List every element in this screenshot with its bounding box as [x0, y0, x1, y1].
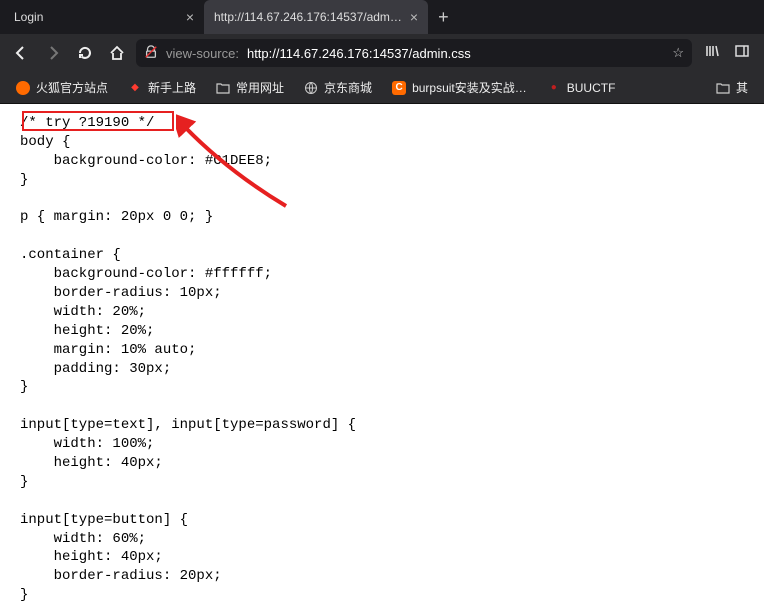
folder-icon — [716, 81, 730, 95]
src-line: input[type=button] { — [20, 512, 188, 528]
lock-icon — [144, 45, 158, 62]
src-line: body { — [20, 134, 70, 150]
tab-title: http://114.67.246.176:14537/adm… — [214, 10, 402, 24]
src-line: height: 40px; — [20, 549, 163, 565]
bookmark-item[interactable]: C burpsuit安装及实战… — [384, 76, 535, 99]
src-line: margin: 10% auto; — [20, 342, 196, 358]
new-tab-button[interactable]: + — [428, 0, 459, 34]
dot-icon: ● — [547, 81, 561, 95]
src-line: .container { — [20, 247, 121, 263]
src-line: } — [20, 172, 28, 188]
bookmark-item[interactable]: ◆ 新手上路 — [120, 76, 204, 99]
bookmark-label: BUUCTF — [567, 81, 616, 95]
bookmark-label: 其 — [736, 79, 748, 96]
src-line: width: 60%; — [20, 531, 146, 547]
src-line: p { margin: 20px 0 0; } — [20, 209, 213, 225]
close-icon[interactable]: × — [186, 9, 194, 25]
close-icon[interactable]: × — [410, 9, 418, 25]
globe-icon — [304, 81, 318, 95]
url-text: http://114.67.246.176:14537/admin.css — [247, 46, 471, 61]
bookmark-item[interactable]: 京东商城 — [296, 76, 380, 99]
nav-bar: view-source: http://114.67.246.176:14537/… — [0, 34, 764, 72]
diamond-icon: ◆ — [128, 81, 142, 95]
src-line: } — [20, 587, 28, 603]
bookmark-label: 京东商城 — [324, 79, 372, 96]
sidebar-icon[interactable] — [734, 43, 750, 64]
src-line: width: 20%; — [20, 304, 146, 320]
src-line: background-color: #ffffff; — [20, 266, 272, 282]
folder-icon — [216, 81, 230, 95]
bookmark-label: 火狐官方站点 — [36, 79, 108, 96]
tab-bar: Login × http://114.67.246.176:14537/adm…… — [0, 0, 764, 34]
bookmark-label: 新手上路 — [148, 79, 196, 96]
bookmarks-bar: 火狐官方站点 ◆ 新手上路 常用网址 京东商城 C burpsuit安装及实战…… — [0, 72, 764, 104]
url-scheme: view-source: — [166, 46, 239, 61]
library-icon[interactable] — [704, 43, 720, 64]
bookmark-item[interactable]: 火狐官方站点 — [8, 76, 116, 99]
tab-login[interactable]: Login × — [4, 0, 204, 34]
src-line: /* try ?19190 */ — [20, 115, 154, 131]
page-content: /* try ?19190 */ body { background-color… — [0, 104, 764, 605]
reload-button[interactable] — [72, 40, 98, 66]
toolbar-right — [698, 43, 756, 64]
src-line: border-radius: 10px; — [20, 285, 222, 301]
source-code[interactable]: /* try ?19190 */ body { background-color… — [20, 114, 764, 605]
src-line: height: 40px; — [20, 455, 163, 471]
back-button[interactable] — [8, 40, 34, 66]
bookmark-item[interactable]: ● BUUCTF — [539, 78, 624, 98]
src-line: padding: 30px; — [20, 361, 171, 377]
src-line: } — [20, 474, 28, 490]
src-line: input[type=text], input[type=password] { — [20, 417, 356, 433]
src-line: height: 20%; — [20, 323, 154, 339]
bookmark-overflow[interactable]: 其 — [708, 76, 756, 99]
letter-c-icon: C — [392, 81, 406, 95]
tab-title: Login — [14, 10, 43, 24]
src-line: background-color: #C1DEE8; — [20, 153, 272, 169]
browser-chrome: Login × http://114.67.246.176:14537/adm…… — [0, 0, 764, 104]
bookmark-item[interactable]: 常用网址 — [208, 76, 292, 99]
src-line: border-radius: 20px; — [20, 568, 222, 584]
fox-icon — [16, 81, 30, 95]
home-button[interactable] — [104, 40, 130, 66]
bookmark-label: 常用网址 — [236, 79, 284, 96]
url-bar[interactable]: view-source: http://114.67.246.176:14537/… — [136, 39, 692, 67]
bookmark-star-icon[interactable]: ☆ — [672, 45, 684, 61]
bookmark-label: burpsuit安装及实战… — [412, 79, 527, 96]
src-line: } — [20, 379, 28, 395]
tab-viewsource[interactable]: http://114.67.246.176:14537/adm… × — [204, 0, 428, 34]
src-line: width: 100%; — [20, 436, 154, 452]
forward-button[interactable] — [40, 40, 66, 66]
